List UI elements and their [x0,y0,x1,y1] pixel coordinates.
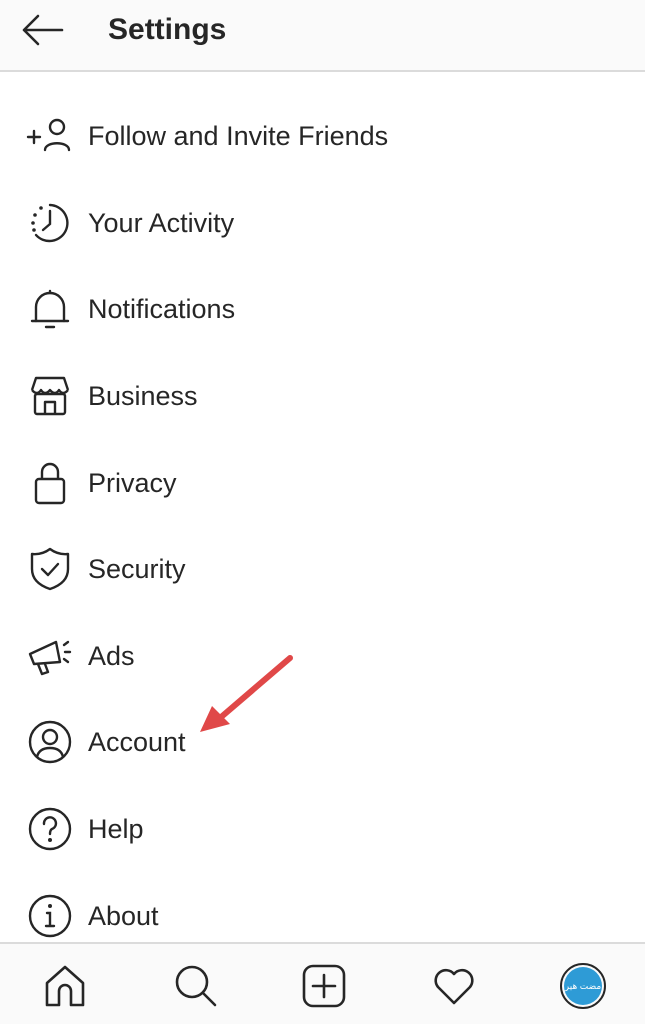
arrow-left-icon [22,14,64,46]
nav-profile[interactable]: مضت هير [557,960,609,1012]
back-button[interactable] [18,10,70,50]
top-app-bar: Settings [0,0,645,72]
menu-item-security[interactable]: Security [0,526,645,613]
nav-search[interactable] [170,960,222,1012]
menu-item-label: Notifications [88,294,236,325]
menu-item-label: Business [88,381,198,412]
menu-item-follow-invite[interactable]: Follow and Invite Friends [0,93,645,180]
menu-item-label: Follow and Invite Friends [88,121,389,152]
user-circle-icon [26,718,74,766]
page-title: Settings [108,13,227,46]
menu-item-label: Help [88,814,144,845]
avatar-ring: مضت هير [560,963,606,1009]
nav-new-post[interactable] [298,960,350,1012]
settings-list: Follow and Invite Friends Your Activity … [0,93,645,959]
menu-item-help[interactable]: Help [0,786,645,873]
menu-item-label: Ads [88,640,135,671]
home-icon [45,965,85,1007]
shield-check-icon [26,545,74,593]
activity-clock-icon [26,199,74,247]
menu-item-notifications[interactable]: Notifications [0,266,645,353]
search-icon [175,965,217,1007]
menu-item-label: Privacy [88,467,177,498]
lock-icon [26,459,74,507]
bell-icon [26,285,74,333]
menu-item-label: Account [88,727,186,758]
menu-item-your-activity[interactable]: Your Activity [0,180,645,267]
menu-item-ads[interactable]: Ads [0,613,645,700]
plus-square-icon [302,964,346,1008]
avatar: مضت هير [564,967,602,1005]
add-person-icon [26,112,74,160]
menu-item-privacy[interactable]: Privacy [0,439,645,526]
menu-item-label: About [88,900,159,931]
menu-item-business[interactable]: Business [0,353,645,440]
menu-item-account[interactable]: Account [0,699,645,786]
nav-activity[interactable] [428,960,480,1012]
help-circle-icon [26,805,74,853]
shop-icon [26,372,74,420]
menu-item-label: Security [88,554,186,585]
nav-home[interactable] [39,960,91,1012]
bottom-nav-bar: مضت هير [0,942,645,1024]
info-circle-icon [26,892,74,940]
megaphone-icon [26,632,74,680]
heart-icon [434,968,474,1005]
menu-item-label: Your Activity [88,207,235,238]
